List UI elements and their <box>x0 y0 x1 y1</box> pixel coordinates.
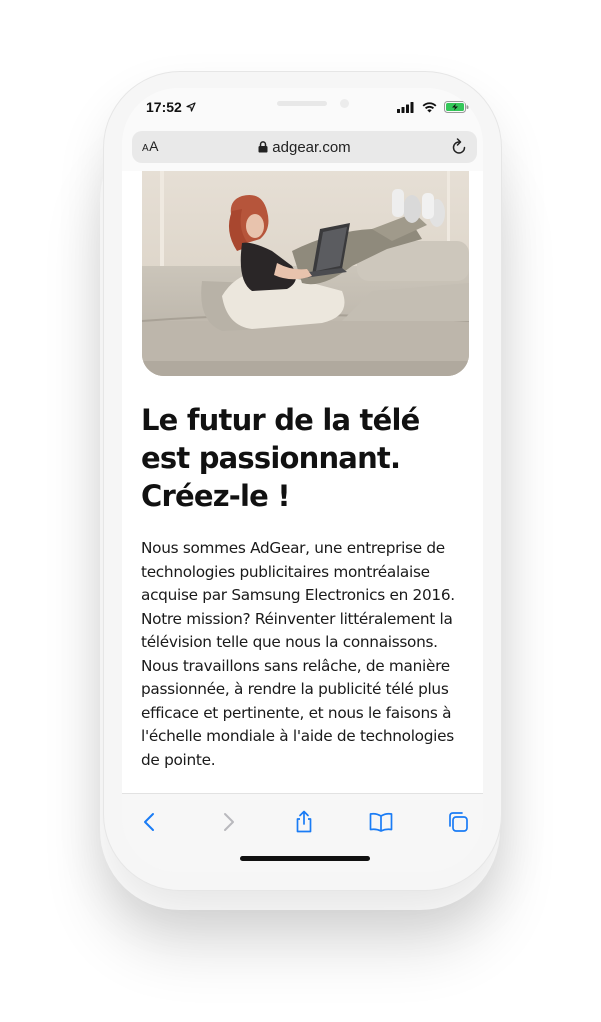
back-icon[interactable] <box>138 810 162 834</box>
lock-icon <box>258 141 268 153</box>
status-time: 17:52 <box>146 99 196 115</box>
photo-woman-laptop-sofa <box>142 171 469 376</box>
front-camera <box>340 99 349 108</box>
article-headline: Le futur de la télé est passionnant. Cré… <box>141 403 420 513</box>
home-indicator[interactable] <box>240 856 370 861</box>
address-field[interactable]: adgear.com <box>132 139 477 156</box>
speaker-grille <box>277 101 327 106</box>
signal-icon <box>397 102 414 113</box>
url-bar[interactable]: AA adgear.com <box>132 131 477 163</box>
tabs-icon[interactable] <box>446 810 470 834</box>
phone-screen: 17:52 AA adgear.com Le futur de la télé … <box>122 88 483 872</box>
forward-icon[interactable] <box>216 810 240 834</box>
status-icons <box>397 100 469 114</box>
reload-icon[interactable] <box>451 138 467 155</box>
web-content: Le futur de la télé est passionnant. Cré… <box>122 171 483 793</box>
share-icon[interactable] <box>292 810 316 834</box>
wifi-icon <box>422 102 436 113</box>
bookmarks-icon[interactable] <box>369 810 393 834</box>
hero-image <box>142 171 469 376</box>
article-body: Nous sommes AdGear, une entreprise de te… <box>141 539 455 769</box>
status-bar: 17:52 <box>122 88 483 132</box>
domain-text: adgear.com <box>272 139 351 156</box>
location-arrow-icon <box>186 102 196 112</box>
battery-charging-icon <box>444 101 469 113</box>
